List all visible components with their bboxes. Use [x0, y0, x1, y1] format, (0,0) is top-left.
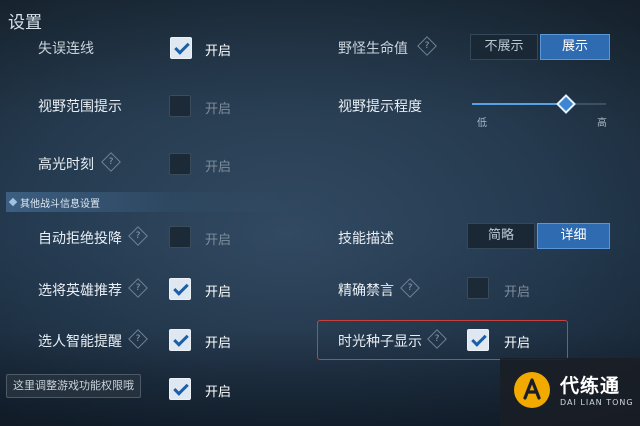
row-auto-reject-surrender-label: 自动拒绝投降: [38, 231, 122, 247]
watermark-sub: DAI LIAN TONG: [560, 398, 634, 407]
option-detailed[interactable]: 详细: [537, 223, 610, 249]
page-title: 设置: [8, 13, 42, 33]
row-hero-recommendation-label: 选将英雄推荐: [38, 283, 122, 299]
watermark-logo-icon: [514, 372, 550, 408]
row-dropped-connection-label: 失误连线: [38, 41, 94, 57]
slider-max-label: 高: [597, 118, 607, 129]
row-dropped-connection-state: 开启: [205, 44, 232, 59]
section-label: 其他战斗信息设置: [20, 199, 100, 210]
row-highlight-moment-label: 高光时刻: [38, 157, 94, 173]
vision-hint-level-label: 视野提示程度: [338, 99, 422, 115]
monster-hp-label: 野怪生命值: [338, 41, 408, 57]
slider-min-label: 低: [477, 118, 487, 129]
row-vision-range-hint-state: 开启: [205, 102, 232, 117]
row-vision-range-hint-checkbox[interactable]: [169, 95, 191, 117]
row-hero-recommendation-state: 开启: [205, 285, 232, 300]
row-auto-reject-surrender-checkbox[interactable]: [169, 226, 191, 248]
row-highlight-moment-checkbox[interactable]: [169, 153, 191, 175]
row-vision-range-hint-label: 视野范围提示: [38, 99, 122, 115]
row-hidden-bottom-checkbox[interactable]: [169, 378, 191, 400]
row-smart-pick-reminder-checkbox[interactable]: [169, 329, 191, 351]
option-brief[interactable]: 简略: [467, 223, 535, 249]
precise-mute-checkbox[interactable]: [467, 277, 489, 299]
option-show[interactable]: 展示: [540, 34, 610, 60]
row-dropped-connection-checkbox[interactable]: [170, 37, 192, 59]
option-hide[interactable]: 不展示: [470, 34, 538, 60]
vision-hint-level-slider[interactable]: [472, 103, 606, 105]
watermark: 代练通 DAI LIAN TONG: [500, 358, 640, 426]
row-highlight-moment-state: 开启: [205, 160, 232, 175]
skill-description-label: 技能描述: [338, 231, 394, 247]
slider-fill: [472, 103, 566, 105]
row-hero-recommendation-checkbox[interactable]: [169, 278, 191, 300]
row-hidden-bottom-state: 开启: [205, 385, 232, 400]
row-auto-reject-surrender-state: 开启: [205, 233, 232, 248]
watermark-name: 代练通: [560, 375, 621, 397]
tooltip: 这里调整游戏功能权限哦: [6, 374, 141, 398]
highlight-box: [317, 320, 568, 360]
precise-mute-label: 精确禁言: [338, 283, 394, 299]
row-smart-pick-reminder-state: 开启: [205, 336, 232, 351]
section-marker-icon: [8, 197, 18, 207]
section-header: 其他战斗信息设置: [6, 192, 306, 212]
row-smart-pick-reminder-label: 选人智能提醒: [38, 334, 122, 350]
precise-mute-state: 开启: [504, 285, 531, 300]
